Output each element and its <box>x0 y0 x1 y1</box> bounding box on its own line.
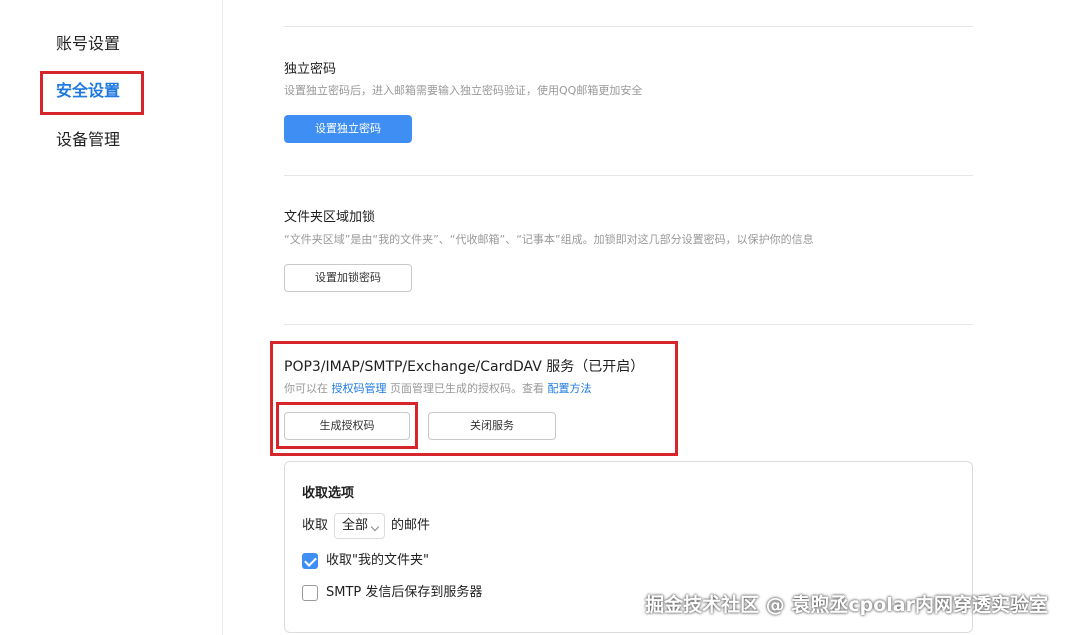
set-lock-password-button[interactable]: 设置加锁密码 <box>284 264 412 292</box>
receive-my-folders-checkbox[interactable] <box>302 553 318 569</box>
close-service-button[interactable]: 关闭服务 <box>428 412 556 440</box>
receive-my-folders-label: 收取"我的文件夹" <box>326 553 429 568</box>
authorization-code-management-link[interactable]: 授权码管理 <box>332 382 387 395</box>
receive-prefix-label: 收取 <box>302 518 329 533</box>
pop3-service-title: POP3/IMAP/SMTP/Exchange/CardDAV 服务（已开启） <box>284 359 645 375</box>
pop3-desc-prefix: 你可以在 <box>284 382 328 395</box>
independent-password-desc: 设置独立密码后，进入邮箱需要输入独立密码验证，使用QQ邮箱更加安全 <box>284 84 643 97</box>
sidebar-item-account-settings[interactable]: 账号设置 <box>56 34 120 54</box>
divider <box>284 324 973 325</box>
chevron-down-icon <box>370 522 380 532</box>
sidebar-item-device-management[interactable]: 设备管理 <box>56 130 120 150</box>
settings-window: 账号设置 安全设置 设备管理 独立密码 设置独立密码后，进入邮箱需要输入独立密码… <box>0 0 1066 635</box>
folder-lock-desc: “文件夹区域”是由“我的文件夹”、“代收邮箱”、“记事本”组成。加锁即对这几部分… <box>284 233 814 246</box>
security-settings-content: 独立密码 设置独立密码后，进入邮箱需要输入独立密码验证，使用QQ邮箱更加安全 设… <box>222 0 1066 635</box>
divider <box>284 175 973 176</box>
configuration-method-link[interactable]: 配置方法 <box>548 382 592 395</box>
pop3-desc-middle: 页面管理已生成的授权码。查看 <box>390 382 544 395</box>
receive-scope-value: 全部 <box>342 518 369 533</box>
smtp-save-to-server-checkbox[interactable] <box>302 585 318 601</box>
checkmark-icon <box>304 554 317 567</box>
receive-scope-select[interactable]: 全部 <box>334 513 385 539</box>
generate-authorization-code-button[interactable]: 生成授权码 <box>284 412 410 440</box>
independent-password-title: 独立密码 <box>284 62 337 77</box>
settings-sidebar: 账号设置 安全设置 设备管理 <box>0 0 223 635</box>
set-independent-password-button[interactable]: 设置独立密码 <box>284 115 412 143</box>
smtp-save-to-server-label: SMTP 发信后保存到服务器 <box>326 585 483 600</box>
pop3-service-desc: 你可以在 授权码管理 页面管理已生成的授权码。查看 配置方法 <box>284 381 592 397</box>
watermark-text: 掘金技术社区 @ 袁煦丞cpolar内网穿透实验室 <box>645 594 1048 616</box>
receive-suffix-label: 的邮件 <box>391 518 431 533</box>
receive-options-title: 收取选项 <box>302 486 355 501</box>
divider <box>284 26 973 27</box>
folder-lock-title: 文件夹区域加锁 <box>284 210 376 225</box>
sidebar-item-security-settings[interactable]: 安全设置 <box>56 81 120 101</box>
